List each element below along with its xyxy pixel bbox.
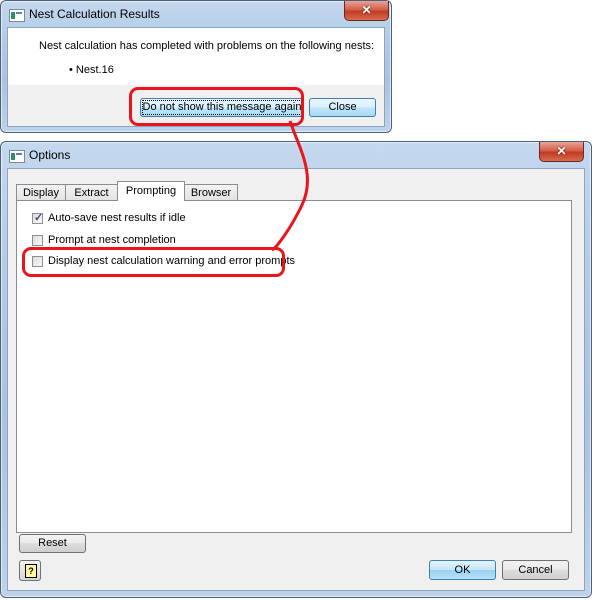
- close-icon[interactable]: ✕: [344, 1, 389, 21]
- tab-display[interactable]: Display: [16, 184, 66, 201]
- auto-save-label: Auto-save nest results if idle: [48, 212, 186, 224]
- app-icon: [9, 150, 25, 163]
- tab-extract[interactable]: Extract: [65, 184, 118, 201]
- nest-calculation-results-dialog: Nest Calculation Results ✕ Nest calculat…: [0, 0, 392, 133]
- dialog-body: Nest calculation has completed with prob…: [7, 27, 385, 127]
- help-button[interactable]: ?: [19, 560, 41, 581]
- prompting-panel: Auto-save nest results if idle Prompt at…: [16, 200, 572, 533]
- display-warnings-checkbox-row[interactable]: Display nest calculation warning and err…: [32, 253, 295, 269]
- tab-browser[interactable]: Browser: [184, 184, 238, 201]
- dialog-title: Options: [29, 148, 71, 162]
- options-dialog: Options ✕ Display Extract Prompting Brow…: [0, 141, 592, 598]
- title-bar: Options ✕: [1, 142, 591, 168]
- message-area: Nest calculation has completed with prob…: [8, 28, 384, 85]
- reset-button[interactable]: Reset: [19, 534, 86, 553]
- ok-button[interactable]: OK: [429, 560, 496, 580]
- do-not-show-again-button[interactable]: Do not show this message again: [140, 98, 304, 117]
- title-bar: Nest Calculation Results ✕: [1, 1, 391, 27]
- tab-prompting[interactable]: Prompting: [117, 181, 185, 201]
- help-icon: ?: [25, 564, 37, 578]
- dialog-body: Display Extract Prompting Browser Auto-s…: [7, 168, 585, 591]
- nest-list-item: • Nest.16: [69, 64, 114, 76]
- cancel-button[interactable]: Cancel: [502, 560, 569, 580]
- app-icon: [9, 9, 25, 22]
- bullet: •: [69, 64, 73, 76]
- prompt-at-completion-label: Prompt at nest completion: [48, 234, 176, 246]
- auto-save-checkbox[interactable]: [32, 211, 43, 224]
- prompt-at-completion-checkbox-row[interactable]: Prompt at nest completion: [32, 232, 176, 248]
- display-warnings-label: Display nest calculation warning and err…: [48, 255, 296, 267]
- close-button[interactable]: Close: [309, 98, 376, 117]
- message-text: Nest calculation has completed with prob…: [39, 40, 375, 52]
- dialog-title: Nest Calculation Results: [29, 7, 160, 21]
- close-icon[interactable]: ✕: [539, 142, 584, 162]
- prompt-at-completion-checkbox[interactable]: [32, 234, 43, 246]
- auto-save-checkbox-row[interactable]: Auto-save nest results if idle: [32, 210, 186, 226]
- display-warnings-checkbox[interactable]: [32, 255, 43, 267]
- nest-name: Nest.16: [75, 64, 114, 76]
